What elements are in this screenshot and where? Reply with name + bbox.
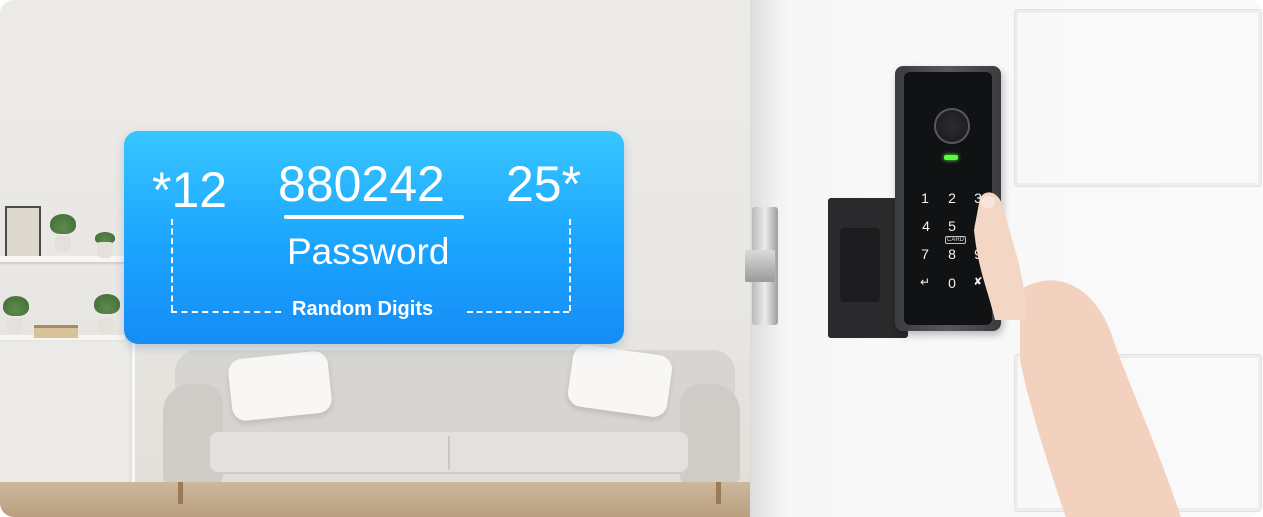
keypad-key-4: 4 (922, 218, 930, 234)
shelf-cabinet (0, 340, 135, 485)
plant-leaves (3, 296, 29, 316)
code-suffix: 25* (506, 156, 582, 212)
password-graphic-badge: *12 880242 25* Password Random Digits (124, 131, 624, 344)
plant-leaves (50, 214, 76, 234)
random-digits-label: Random Digits (292, 298, 434, 320)
password-label: Password (287, 231, 450, 272)
keypad-key-2: 2 (948, 190, 956, 206)
plant-pot (55, 236, 71, 252)
sofa-seat (210, 432, 688, 474)
bracket-right-horizontal (467, 311, 569, 313)
latch-bolt (745, 250, 775, 282)
password-underline (284, 215, 464, 219)
bracket-left-horizontal (171, 311, 281, 313)
sofa-pillow-left (227, 349, 333, 423)
plant-pot (7, 318, 23, 334)
sofa-leg (178, 482, 183, 504)
keypad-key-1: 1 (921, 190, 929, 206)
plant-leaves (94, 294, 120, 314)
door-panel (1015, 10, 1261, 186)
keypad-key-8: 8 (948, 246, 956, 262)
wall-picture (5, 206, 41, 260)
product-image: 1 2 3 4 5 6 CARD 7 8 9 ↵ 0 ✘ *12 880242 … (0, 0, 1263, 517)
password-digits: 880242 (278, 156, 445, 212)
keypad-key-enter-icon: ↵ (919, 275, 931, 289)
keypad-key-5: 5 (948, 218, 956, 234)
plant-pot (98, 318, 114, 334)
hand-finger (974, 192, 1026, 320)
plant-pot (97, 242, 113, 258)
fingerprint-sensor-icon (934, 108, 970, 144)
floor (0, 482, 750, 517)
hand-wrist (1020, 280, 1181, 517)
sofa-arm-right (680, 384, 740, 484)
code-prefix: *12 (152, 162, 228, 218)
card-label: CARD (945, 236, 967, 244)
sofa-leg (716, 482, 721, 504)
bracket-right-vertical (569, 219, 571, 311)
keypad-key-0: 0 (948, 275, 956, 291)
status-led (944, 155, 958, 160)
keypad-key-7: 7 (921, 246, 929, 262)
bracket-left-vertical (171, 219, 173, 311)
books (34, 325, 78, 338)
